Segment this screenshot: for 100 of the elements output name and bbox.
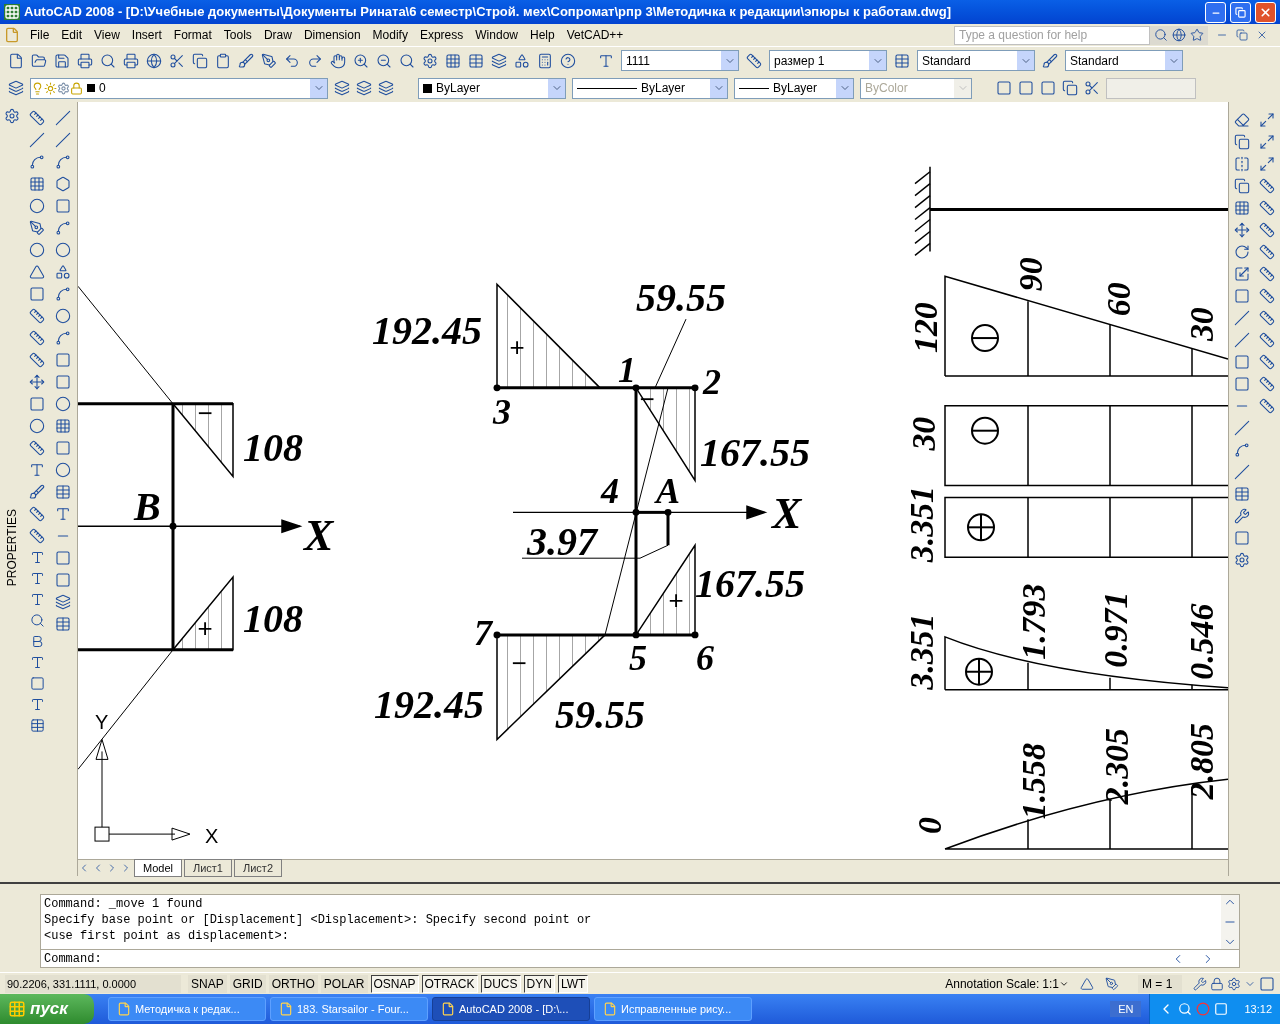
eraser-icon[interactable] [1233,112,1250,128]
block-icon[interactable] [55,550,71,566]
copy-icon[interactable] [1233,134,1250,150]
copy-icon[interactable] [192,52,208,69]
dimension-icon[interactable] [1259,244,1276,260]
pen-icon[interactable] [261,52,277,69]
viewport-icon[interactable] [996,80,1012,96]
menu-item[interactable]: Modify [366,26,414,44]
dimension-icon[interactable] [1259,310,1276,326]
text-style-dropdown[interactable]: 1111 [621,50,739,71]
redo-icon[interactable] [307,52,323,69]
brush-icon[interactable] [29,484,45,500]
taskbar-button[interactable]: AutoCAD 2008 - [D:\... [432,997,590,1021]
menu-item[interactable]: Window [469,26,524,44]
diameter-icon[interactable] [29,242,45,258]
globe-icon[interactable] [1172,28,1186,42]
rectangle-icon[interactable] [55,198,71,214]
multileader-style-dropdown[interactable]: Standard [1065,50,1183,71]
square-icon[interactable] [29,286,45,302]
move-icon[interactable] [29,374,45,390]
trim-icon[interactable] [1233,310,1250,326]
point-icon[interactable] [55,396,71,412]
annotation-scale-dropdown[interactable]: 1:1 [1042,974,1069,993]
help-search-field[interactable]: Type a question for help [954,25,1150,45]
menu-item[interactable]: Help [524,26,561,44]
arc-dimension-icon[interactable] [29,154,45,170]
ellipse-icon[interactable] [55,308,71,324]
layout-tab[interactable]: Лист1 [183,858,232,878]
arc-icon[interactable] [55,330,71,346]
linetype-dropdown[interactable]: ByLayer [572,77,728,99]
sheet-set-icon[interactable] [491,52,507,69]
layer-state-icon[interactable] [356,80,372,96]
dimension-icon[interactable] [1259,288,1276,304]
search-icon[interactable] [1154,28,1168,42]
dimension-icon[interactable] [29,528,45,544]
break-icon[interactable] [1233,354,1250,370]
menu-item[interactable]: Tools [217,26,258,44]
paste-icon[interactable] [215,52,231,69]
printer-icon[interactable] [77,52,93,69]
dimension-icon[interactable] [29,506,45,522]
command-prompt[interactable]: Command: [41,949,1171,968]
grid-icon[interactable] [29,176,45,192]
design-center-icon[interactable] [445,52,461,69]
tray-settings-icon[interactable] [1227,976,1241,991]
zoom-previous-icon[interactable] [399,52,415,69]
dimension-icon[interactable] [1259,156,1276,172]
zoom-in-icon[interactable] [353,52,369,69]
dimension-icon[interactable] [29,440,45,456]
dimension-icon[interactable] [1259,178,1276,194]
block-icon[interactable] [55,374,71,390]
status-toggle-button[interactable]: SNAP [188,974,227,993]
status-toggle-button[interactable]: GRID [229,974,266,993]
menu-item[interactable]: File [24,26,56,44]
clean-screen-icon[interactable] [1259,975,1275,992]
plot-icon[interactable] [123,52,139,69]
menu-item[interactable]: View [88,26,126,44]
layer-match-icon[interactable] [378,80,394,96]
restore-button[interactable] [1230,1,1251,23]
region-icon[interactable] [55,440,71,456]
dimension-icon[interactable] [29,308,45,324]
help-icon[interactable] [560,52,576,69]
new-file-icon[interactable] [8,52,24,69]
dimension-style-icon[interactable] [746,52,762,69]
menu-item[interactable]: Format [167,26,218,44]
language-indicator[interactable]: EN [1110,1000,1142,1018]
status-toggle-button[interactable]: OSNAP [370,974,419,993]
globe-icon[interactable] [146,52,162,69]
dimension-icon[interactable] [29,352,45,368]
cloud-icon[interactable] [55,264,71,280]
undo-icon[interactable] [284,52,300,69]
hatch-icon[interactable] [55,418,71,434]
status-toggle-button[interactable]: ORTHO [268,974,318,993]
layers-icon[interactable] [8,80,24,96]
stretch-icon[interactable] [1233,288,1250,304]
circle-icon[interactable] [55,462,71,478]
status-toggle-button[interactable]: LWT [557,974,589,993]
circle-icon[interactable] [55,242,71,258]
dimension-icon[interactable] [1259,376,1276,392]
restore-icon[interactable] [1236,29,1248,41]
block-icon[interactable] [55,572,71,588]
offset-icon[interactable] [1233,178,1250,194]
menu-item[interactable]: Edit [55,26,89,44]
status-toggle-button[interactable]: DUCS [480,974,521,993]
dimension-style-dropdown[interactable]: размер 1 [769,50,887,71]
fillet-icon[interactable] [1233,420,1250,436]
radius-icon[interactable] [29,198,45,214]
auto-scale-icon[interactable] [1105,976,1119,991]
circle-icon[interactable] [29,418,45,434]
star-icon[interactable] [1190,28,1204,42]
pen-icon[interactable] [29,220,45,236]
properties-icon[interactable] [422,52,438,69]
properties-icon[interactable] [4,108,20,124]
dimension-icon[interactable] [1259,134,1276,150]
scale-icon[interactable] [1233,266,1250,282]
close-button[interactable] [1255,1,1276,23]
markup-icon[interactable] [514,52,530,69]
dimension-icon[interactable] [1259,354,1276,370]
table-icon[interactable] [55,484,71,500]
lock-icon[interactable] [1210,976,1224,991]
text-style-icon[interactable] [598,52,614,69]
